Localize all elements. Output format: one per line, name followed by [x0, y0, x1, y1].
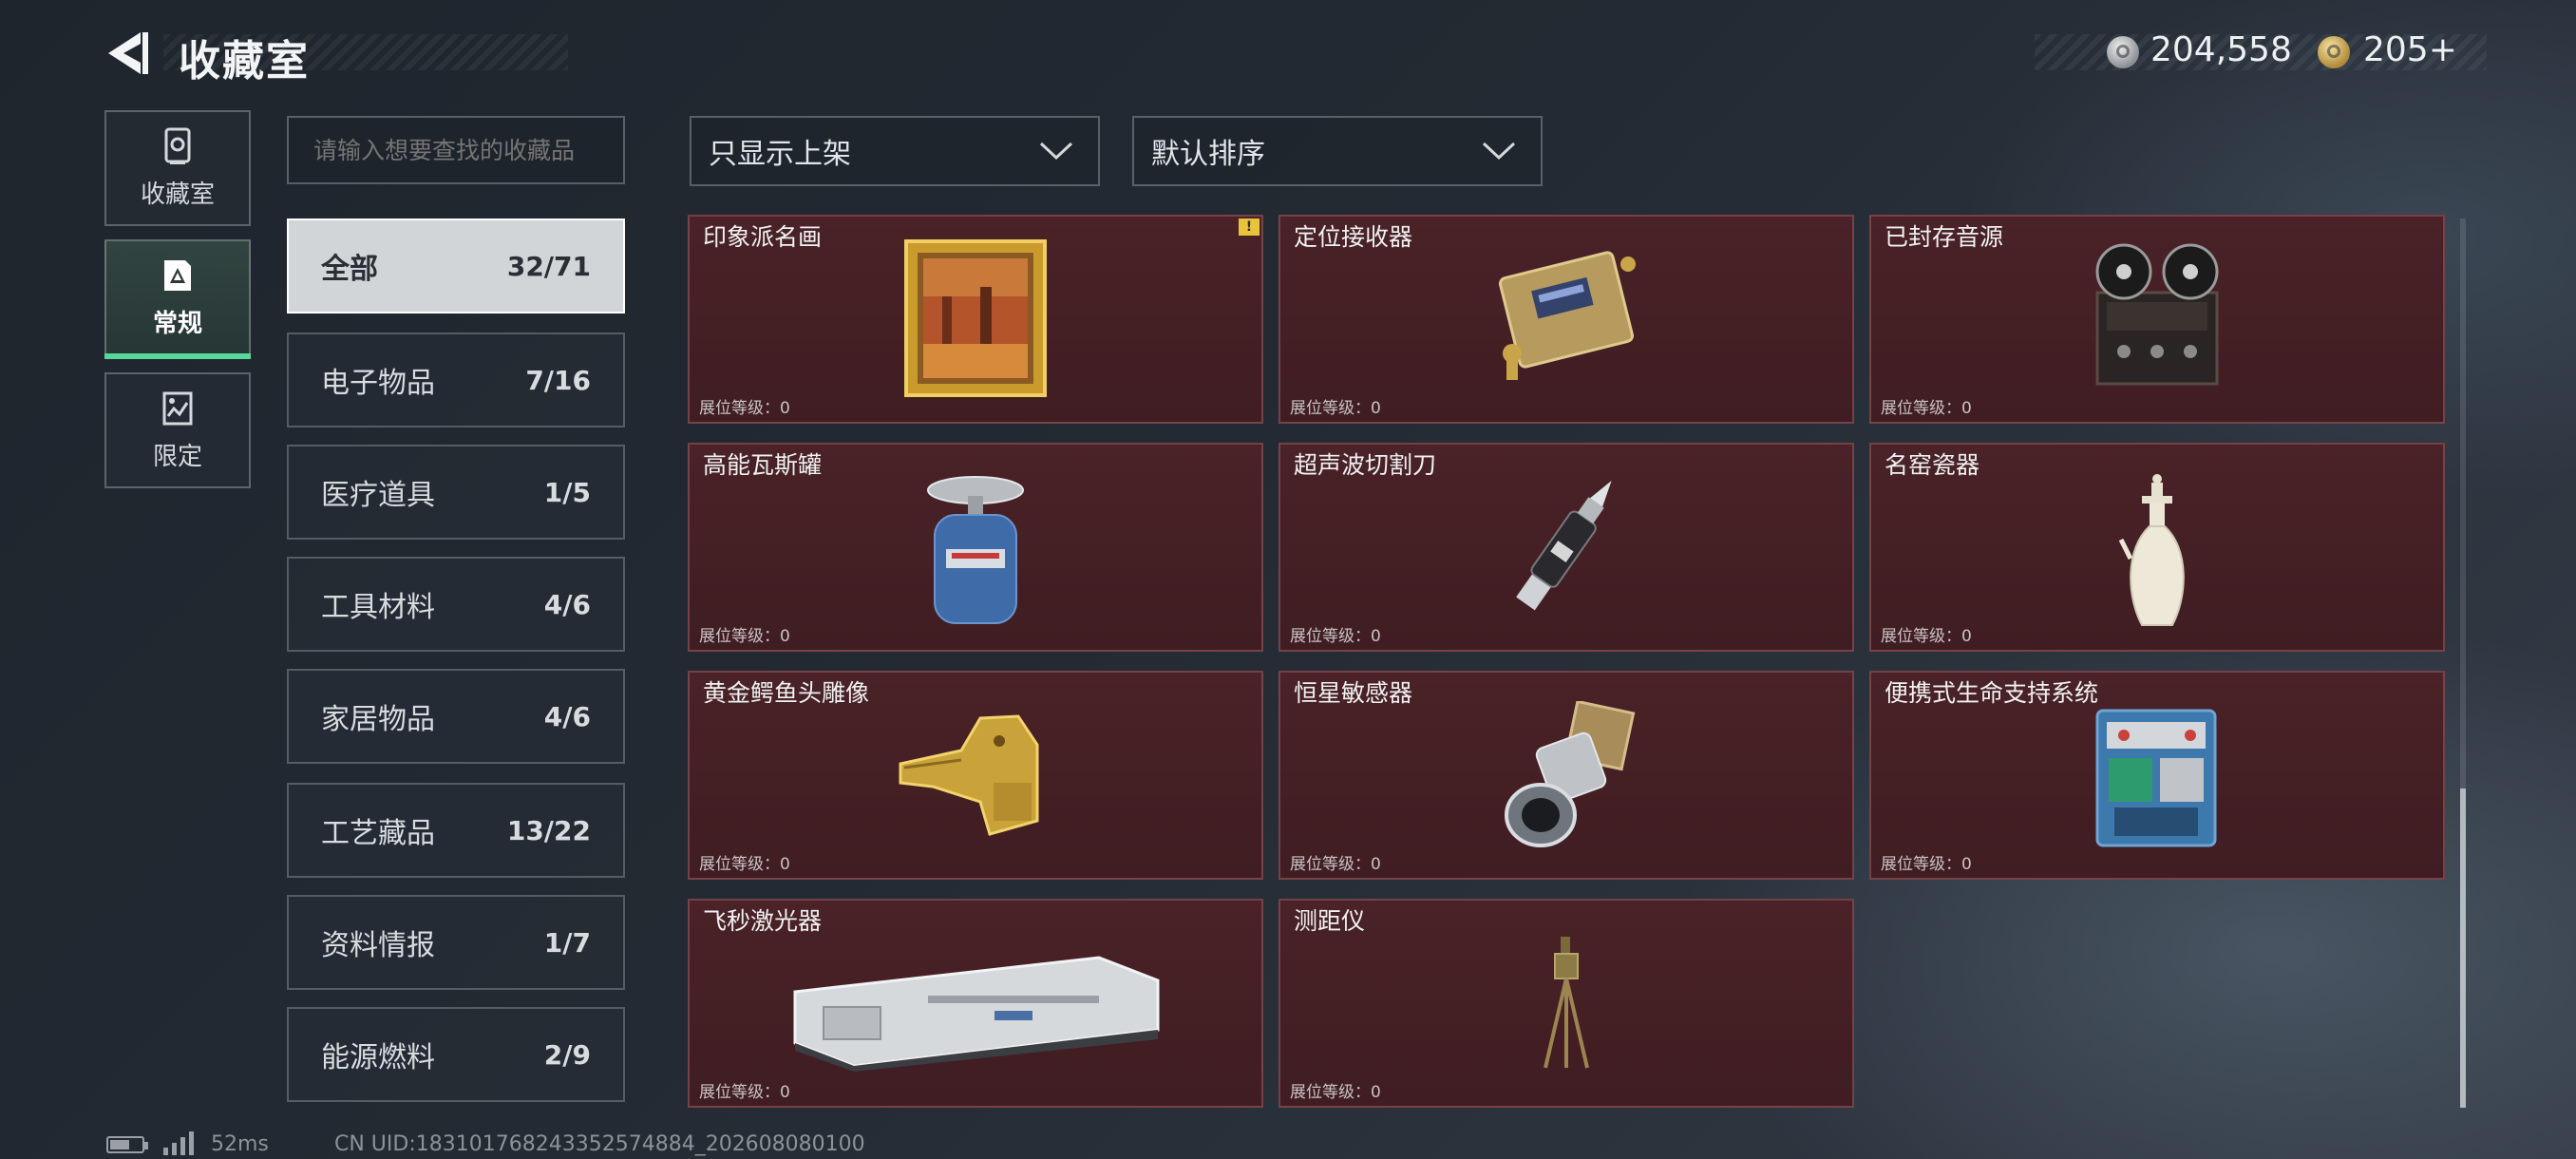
item-level: 展位等级：0: [1881, 399, 1972, 418]
search-input[interactable]: [287, 116, 625, 184]
ping-readout: 52ms: [211, 1132, 269, 1156]
regular-icon: [164, 259, 191, 291]
item-name: 便携式生命支持系统: [1885, 679, 2099, 707]
category-all[interactable]: 全部 32/71: [287, 218, 625, 314]
item-card[interactable]: 便携式生命支持系统 展位等级：0: [1869, 671, 2445, 880]
category-medical[interactable]: 医疗道具 1/5: [287, 445, 625, 540]
item-card[interactable]: 测距仪 展位等级：0: [1279, 899, 1854, 1108]
category-count: 4/6: [543, 700, 591, 732]
item-name: 测距仪: [1294, 907, 1366, 935]
category-name: 资料情报: [321, 929, 435, 962]
item-name: 恒星敏感器: [1294, 679, 1413, 707]
item-level: 展位等级：0: [699, 399, 790, 418]
silver-coin-icon: [2107, 36, 2139, 68]
golden-crocodile-statue-icon: [899, 714, 1039, 836]
display-filter-dropdown[interactable]: 只显示上架: [690, 116, 1100, 186]
collection-room-icon: [164, 127, 191, 164]
user-uid: CN UID:18310176824335257488​4_2026080801…: [334, 1132, 865, 1156]
item-card[interactable]: 高能瓦斯罐 展位等级：0: [688, 443, 1263, 652]
page-title: 收藏室: [179, 37, 310, 86]
item-name: 飞秒激光器: [703, 907, 823, 935]
nav-label: 收藏室: [140, 180, 215, 209]
item-card[interactable]: 飞秒激光器 展位等级：0: [688, 899, 1263, 1108]
nav-label: 限定: [152, 442, 202, 471]
limited-icon: [162, 391, 193, 425]
gold-coin-icon: [2318, 36, 2350, 68]
framed-painting-icon: [904, 239, 1047, 397]
item-level: 展位等级：0: [699, 1083, 790, 1102]
scrollbar-thumb[interactable]: [2460, 788, 2466, 1108]
gold-currency-amount[interactable]: 205+: [2363, 30, 2457, 69]
star-sensor-icon: [1505, 701, 1636, 847]
category-count: 32/71: [506, 250, 591, 282]
category-tools[interactable]: 工具材料 4/6: [287, 557, 625, 652]
item-name: 已封存音源: [1885, 223, 2004, 251]
category-count: 1/5: [543, 476, 591, 508]
category-count: 13/22: [506, 814, 591, 846]
chevron-down-icon: [1482, 142, 1516, 161]
sort-label: 默认排序: [1151, 138, 1265, 171]
item-level: 展位等级：0: [1290, 855, 1381, 874]
battery-icon: [106, 1136, 148, 1153]
category-name: 电子物品: [321, 367, 435, 400]
category-electronics[interactable]: 电子物品 7/16: [287, 332, 625, 428]
category-intel[interactable]: 资料情报 1/7: [287, 895, 625, 990]
item-level: 展位等级：0: [1881, 627, 1972, 646]
category-name: 工艺藏品: [321, 817, 435, 850]
category-name: 工具材料: [321, 591, 435, 624]
category-count: 1/7: [543, 926, 591, 959]
category-energy[interactable]: 能源燃料 2/9: [287, 1007, 625, 1102]
item-level: 展位等级：0: [699, 855, 790, 874]
ultrasonic-cutter-icon: [1516, 481, 1612, 611]
item-card[interactable]: 印象派名画 ! 展位等级：0: [688, 215, 1263, 424]
category-name: 全部: [321, 253, 378, 286]
warning-badge: !: [1239, 218, 1260, 236]
display-filter-label: 只显示上架: [709, 138, 851, 171]
life-support-system-icon: [2095, 709, 2217, 847]
nav-label: 常规: [152, 309, 202, 338]
category-name: 医疗道具: [321, 479, 435, 512]
item-name: 黄金鳄鱼头雕像: [703, 679, 870, 707]
item-name: 超声波切割刀: [1294, 451, 1437, 479]
category-count: 2/9: [543, 1038, 591, 1071]
nav-collection-room[interactable]: 收藏室: [104, 110, 251, 226]
item-name: 定位接收器: [1294, 223, 1413, 251]
category-name: 家居物品: [321, 703, 435, 736]
item-level: 展位等级：0: [1290, 627, 1381, 646]
reel-tape-recorder-icon: [2095, 243, 2219, 386]
item-level: 展位等级：0: [1881, 855, 1972, 874]
item-name: 名窑瓷器: [1885, 451, 1980, 479]
gps-receiver-icon: [1498, 251, 1636, 380]
item-level: 展位等级：0: [1290, 1083, 1381, 1102]
gas-canister-icon: [927, 476, 1024, 624]
category-count: 4/6: [543, 588, 591, 620]
sort-dropdown[interactable]: 默认排序: [1132, 116, 1543, 186]
item-name: 印象派名画: [703, 223, 823, 251]
item-card[interactable]: 名窑瓷器 展位等级：0: [1869, 443, 2445, 652]
chevron-down-icon: [1039, 142, 1073, 161]
item-card[interactable]: 超声波切割刀 展位等级：0: [1279, 443, 1854, 652]
femtosecond-laser-icon: [793, 956, 1160, 1072]
item-card[interactable]: 已封存音源 展位等级：0: [1869, 215, 2445, 424]
nav-limited[interactable]: 限定: [104, 372, 251, 488]
silver-currency-amount: 204,558: [2150, 30, 2292, 69]
category-household[interactable]: 家居物品 4/6: [287, 669, 625, 764]
back-arrow-icon[interactable]: [103, 28, 150, 78]
item-name: 高能瓦斯罐: [703, 451, 823, 479]
item-card[interactable]: 恒星敏感器 展位等级：0: [1279, 671, 1854, 880]
rangefinder-icon: [1544, 937, 1589, 1069]
collection-grid: 印象派名画 ! 展位等级：0 定位接收器 展位等级：0 已封存音源 展位等级：0…: [688, 215, 2445, 1108]
item-level: 展位等级：0: [699, 627, 790, 646]
category-name: 能源燃料: [321, 1041, 435, 1074]
category-count: 7/16: [525, 364, 591, 396]
item-card[interactable]: 黄金鳄鱼头雕像 展位等级：0: [688, 671, 1263, 880]
porcelain-vase-icon: [2119, 474, 2185, 626]
nav-regular[interactable]: 常规: [104, 239, 251, 359]
category-crafts[interactable]: 工艺藏品 13/22: [287, 783, 625, 878]
item-card[interactable]: 定位接收器 展位等级：0: [1279, 215, 1854, 424]
signal-icon: [163, 1131, 194, 1155]
item-level: 展位等级：0: [1290, 399, 1381, 418]
